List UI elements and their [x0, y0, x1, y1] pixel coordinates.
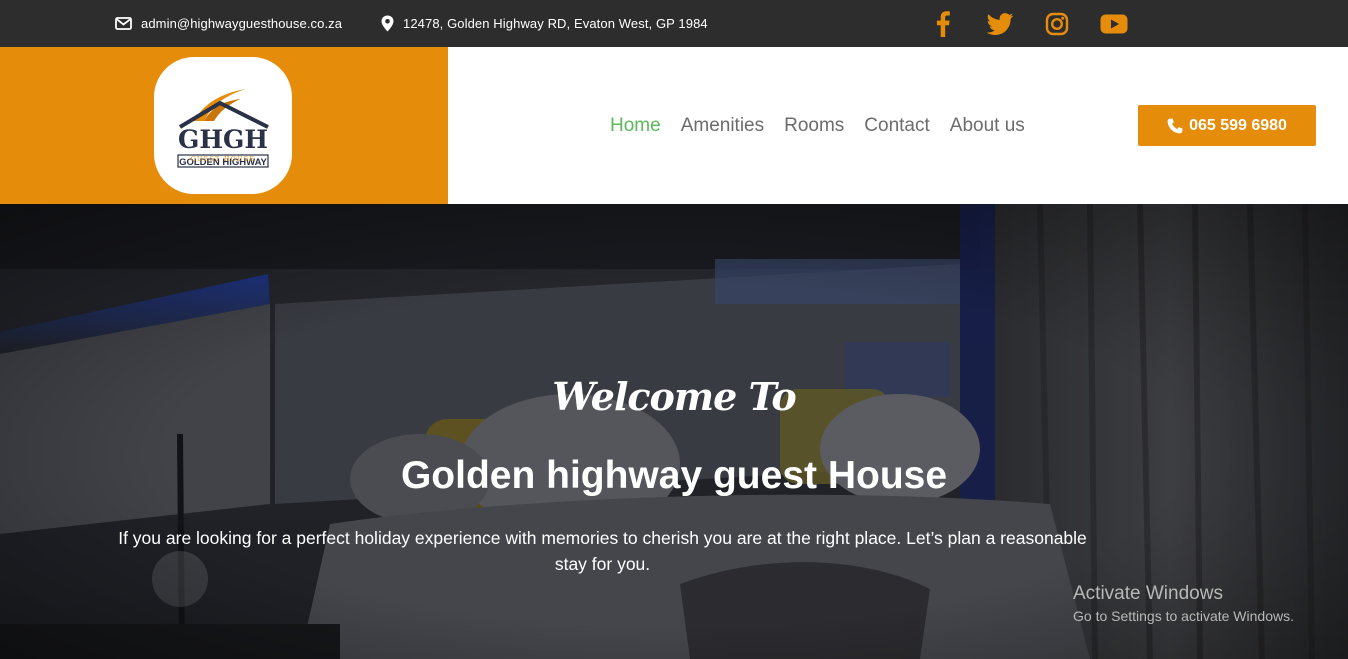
- watermark-subtitle: Go to Settings to activate Windows.: [1073, 608, 1294, 624]
- envelope-icon: [115, 17, 132, 30]
- logo-panel: GHGH GOLDEN HIGHWAY GUEST HOUSE: [0, 47, 448, 204]
- site-header: GHGH GOLDEN HIGHWAY GUEST HOUSE Home Ame…: [0, 47, 1348, 204]
- logo-tagline: GUEST HOUSE: [190, 156, 256, 163]
- svg-text:GHGH: GHGH: [178, 125, 268, 154]
- youtube-icon: [1100, 14, 1128, 33]
- contact-address-text: 12478, Golden Highway RD, Evaton West, G…: [403, 16, 708, 31]
- hero-welcome-text: Welcome To: [552, 374, 797, 419]
- social-links: [928, 0, 1156, 47]
- main-nav: Home Amenities Rooms Contact About us: [610, 47, 1045, 204]
- twitter-link[interactable]: [985, 9, 1015, 39]
- hero-description: If you are looking for a perfect holiday…: [118, 528, 1087, 574]
- phone-icon: [1167, 118, 1183, 133]
- youtube-link[interactable]: [1099, 9, 1129, 39]
- contact-email-text: admin@highwayguesthouse.co.za: [141, 16, 343, 31]
- hero-title: Golden highway guest House: [400, 454, 948, 497]
- contact-email[interactable]: admin@highwayguesthouse.co.za: [115, 0, 342, 47]
- activate-windows-watermark: Activate Windows Go to Settings to activ…: [1073, 583, 1294, 624]
- facebook-link[interactable]: [928, 9, 958, 39]
- nav-amenities[interactable]: Amenities: [681, 115, 764, 137]
- instagram-link[interactable]: [1042, 9, 1072, 39]
- map-pin-icon: [381, 15, 394, 32]
- call-button[interactable]: 065 599 6980: [1138, 105, 1316, 146]
- nav-about-us[interactable]: About us: [950, 115, 1025, 137]
- nav-rooms[interactable]: Rooms: [784, 115, 844, 137]
- instagram-icon: [1045, 12, 1069, 35]
- contact-address: 12478, Golden Highway RD, Evaton West, G…: [381, 0, 708, 47]
- nav-contact[interactable]: Contact: [864, 115, 929, 137]
- nav-home[interactable]: Home: [610, 115, 661, 137]
- facebook-icon: [936, 10, 950, 37]
- watermark-title: Activate Windows: [1073, 583, 1223, 604]
- hero-section: Welcome To Golden highway guest House If…: [0, 204, 1348, 659]
- top-bar: admin@highwayguesthouse.co.za 12478, Gol…: [0, 0, 1348, 47]
- call-button-label: 065 599 6980: [1189, 116, 1287, 134]
- twitter-icon: [986, 12, 1013, 35]
- site-logo[interactable]: GHGH GOLDEN HIGHWAY GUEST HOUSE: [154, 57, 292, 194]
